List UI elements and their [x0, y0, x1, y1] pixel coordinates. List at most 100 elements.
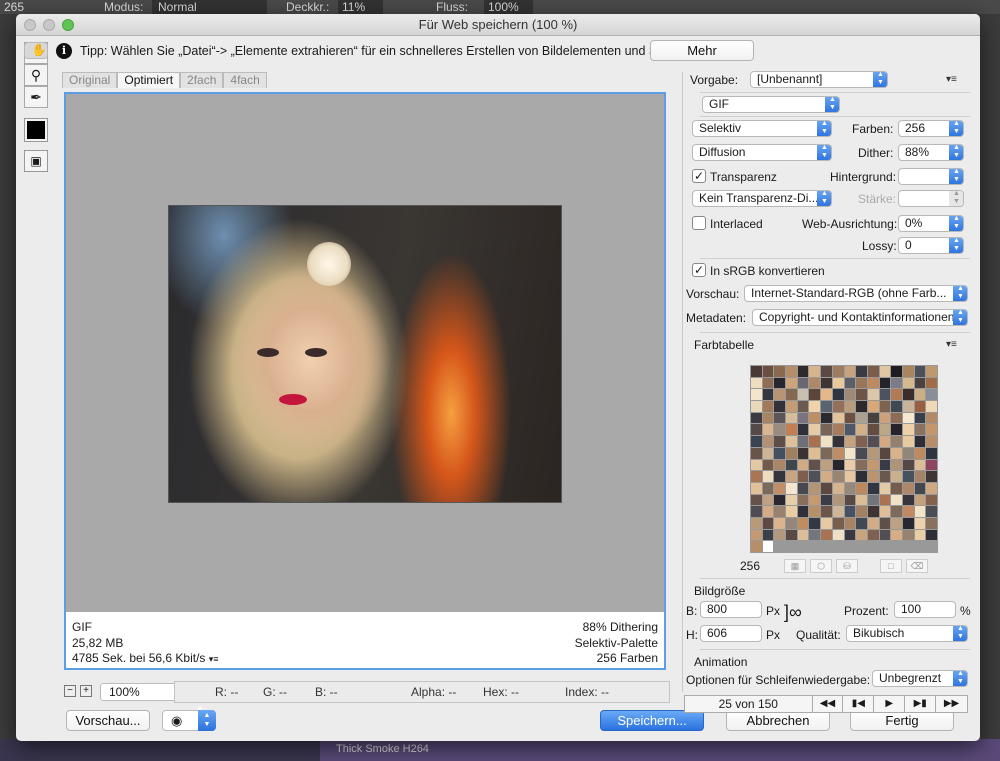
color-table-swatch[interactable] — [926, 366, 937, 377]
color-table-swatch[interactable] — [914, 517, 926, 529]
color-table-swatch[interactable] — [844, 471, 856, 482]
color-table-swatch[interactable] — [762, 377, 774, 389]
color-table-swatch[interactable] — [844, 529, 856, 541]
color-table-swatch[interactable] — [914, 529, 926, 541]
color-table-swatch[interactable] — [902, 471, 914, 482]
color-table-swatch[interactable] — [832, 389, 844, 401]
color-table-swatch[interactable] — [926, 506, 937, 517]
zoom-tool-icon[interactable]: ⚲ — [24, 64, 48, 86]
color-table-swatch[interactable] — [809, 506, 821, 517]
color-table-swatch[interactable] — [751, 517, 762, 529]
color-table-swatch[interactable] — [751, 389, 762, 401]
color-table-swatch[interactable] — [856, 412, 867, 424]
tab-optimized[interactable]: Optimiert — [117, 72, 181, 88]
color-table-swatch[interactable] — [844, 517, 856, 529]
cancel-button[interactable]: Abbrechen — [726, 710, 830, 731]
color-table-swatch[interactable] — [844, 401, 856, 412]
color-table-swatch[interactable] — [751, 541, 762, 552]
color-table-swatch[interactable] — [891, 447, 902, 459]
color-table-swatch[interactable] — [867, 482, 879, 494]
color-table-swatch[interactable] — [856, 424, 867, 436]
color-table-swatch[interactable] — [832, 424, 844, 436]
color-table-swatch[interactable] — [867, 506, 879, 517]
color-table-swatch[interactable] — [774, 436, 786, 447]
color-table-swatch[interactable] — [926, 447, 937, 459]
color-table-swatch[interactable] — [797, 412, 809, 424]
color-table-swatch[interactable] — [797, 424, 809, 436]
done-button[interactable]: Fertig — [850, 710, 954, 731]
color-table-swatch[interactable] — [762, 529, 774, 541]
color-table-swatch[interactable] — [867, 447, 879, 459]
color-table-swatch[interactable] — [914, 366, 926, 377]
color-table-swatch[interactable] — [902, 401, 914, 412]
color-table-swatch[interactable] — [926, 389, 937, 401]
color-table-swatch[interactable] — [751, 412, 762, 424]
color-table-swatch[interactable] — [797, 436, 809, 447]
color-table-swatch[interactable] — [751, 471, 762, 482]
color-table-swatch[interactable] — [797, 389, 809, 401]
dither-algorithm-select[interactable]: Diffusion ▲ ▼ — [692, 144, 832, 161]
more-button[interactable]: Mehr — [650, 40, 754, 61]
color-table-swatch[interactable] — [844, 506, 856, 517]
color-table-swatch[interactable] — [902, 482, 914, 494]
color-table-swatch[interactable] — [856, 506, 867, 517]
color-table-swatch[interactable] — [774, 529, 786, 541]
color-table-swatch[interactable] — [797, 459, 809, 471]
color-table-swatch[interactable] — [914, 482, 926, 494]
color-table-swatch[interactable] — [786, 424, 797, 436]
color-table-swatch[interactable] — [797, 447, 809, 459]
color-table-swatch[interactable] — [879, 366, 891, 377]
color-table-swatch[interactable] — [762, 389, 774, 401]
color-table-swatch[interactable] — [832, 494, 844, 506]
color-table-swatch[interactable] — [902, 377, 914, 389]
color-table-swatch[interactable] — [891, 377, 902, 389]
color-table-swatch[interactable] — [867, 459, 879, 471]
color-table-swatch[interactable] — [821, 471, 832, 482]
color-table-swatch[interactable] — [832, 459, 844, 471]
color-table-swatch[interactable] — [809, 401, 821, 412]
transparency-checkbox[interactable]: ✓ — [692, 169, 706, 183]
interlaced-checkbox[interactable] — [692, 216, 706, 230]
color-table-swatch[interactable] — [879, 517, 891, 529]
color-table-swatch[interactable] — [809, 447, 821, 459]
color-table-swatch[interactable] — [821, 377, 832, 389]
color-table-swatch[interactable] — [914, 401, 926, 412]
color-table-swatch[interactable] — [821, 389, 832, 401]
color-table-swatch[interactable] — [786, 447, 797, 459]
color-table-swatch[interactable] — [856, 517, 867, 529]
first-frame-icon[interactable]: ◀◀ — [813, 696, 844, 712]
minimize-window-button[interactable] — [43, 19, 55, 31]
download-menu-icon[interactable]: ▾≡ — [209, 654, 219, 664]
color-table-swatch[interactable] — [762, 494, 774, 506]
play-icon[interactable]: ▶ — [874, 696, 906, 712]
color-table-swatch[interactable] — [856, 459, 867, 471]
color-table-swatch[interactable] — [926, 412, 937, 424]
color-table-swatch[interactable] — [926, 471, 937, 482]
color-table-swatch[interactable] — [774, 517, 786, 529]
color-table-swatch[interactable] — [821, 447, 832, 459]
color-table-swatch[interactable] — [809, 389, 821, 401]
new-color-icon[interactable]: □ — [880, 559, 902, 573]
color-table-swatch[interactable] — [879, 377, 891, 389]
color-table-swatch[interactable] — [844, 424, 856, 436]
color-table-swatch[interactable] — [821, 494, 832, 506]
color-table-swatch[interactable] — [809, 436, 821, 447]
color-table-swatch[interactable] — [867, 517, 879, 529]
preview-button[interactable]: Vorschau... — [66, 710, 150, 731]
color-table-swatch[interactable] — [832, 377, 844, 389]
color-table-swatch[interactable] — [867, 377, 879, 389]
color-table-swatch[interactable] — [751, 401, 762, 412]
color-table-swatch[interactable] — [856, 389, 867, 401]
color-table-swatch[interactable] — [844, 412, 856, 424]
color-table-swatch[interactable] — [821, 517, 832, 529]
color-table-swatch[interactable] — [926, 401, 937, 412]
color-table-swatch[interactable] — [762, 517, 774, 529]
color-table-swatch[interactable] — [751, 377, 762, 389]
color-table-swatch[interactable] — [809, 424, 821, 436]
color-table-swatch[interactable] — [821, 424, 832, 436]
color-table-swatch[interactable] — [762, 366, 774, 377]
color-table-swatch[interactable] — [844, 447, 856, 459]
color-table-swatch[interactable] — [844, 436, 856, 447]
color-table-swatch[interactable] — [914, 412, 926, 424]
color-table-swatch[interactable] — [902, 447, 914, 459]
